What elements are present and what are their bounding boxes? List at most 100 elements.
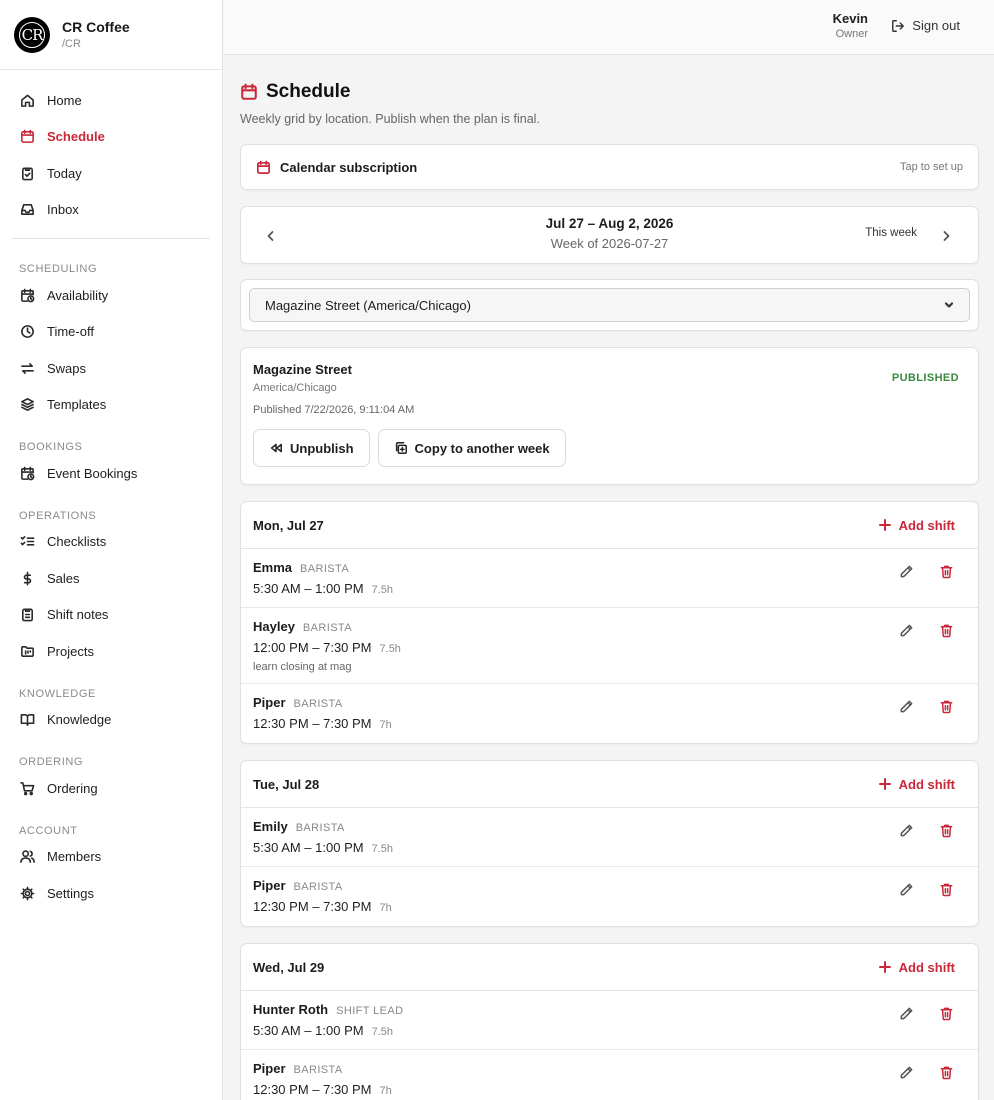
employee-name: Hunter Roth [253,1002,329,1017]
sign-out-label: Sign out [912,18,960,33]
brand-slug: /CR [62,38,81,50]
sidebar-item-inbox[interactable]: Inbox [0,192,222,229]
section-knowledge: KNOWLEDGE [19,687,96,700]
dollar-icon [19,570,35,586]
day-header: Tue, Jul 28 Add shift [241,761,978,808]
employee-name: Piper [253,1061,286,1076]
employee-name: Piper [253,695,286,710]
edit-shift-button[interactable] [897,1063,915,1081]
inbox-icon [19,202,35,218]
add-shift-button[interactable]: Add shift [878,960,955,975]
sidebar-item-projects[interactable]: Projects [0,633,222,670]
published-timestamp: Published 7/22/2026, 9:11:04 AM [253,404,415,416]
page-heading: Schedule [266,81,351,102]
sidebar-item-schedule[interactable]: Schedule [0,119,222,156]
sidebar-item-members[interactable]: Members [0,839,222,876]
sidebar-item-sales[interactable]: Sales [0,560,222,597]
day-card: Tue, Jul 28 Add shift Emily BARISTA 5:30 AM … [240,760,979,927]
employee-name: Emma [253,560,293,575]
sidebar-item-swaps[interactable]: Swaps [0,350,222,387]
edit-shift-button[interactable] [897,821,915,839]
location-select[interactable]: Magazine Street (America/Chicago) [249,288,970,322]
edit-shift-button[interactable] [897,697,915,715]
pencil-icon [899,564,914,579]
sidebar-item-label: Inbox [47,202,79,218]
section-account: ACCOUNT [19,824,78,837]
day-title: Tue, Jul 28 [253,776,320,792]
sidebar-item-label: Settings [47,885,94,901]
pencil-icon [899,699,914,714]
employee-role: BARISTA [293,1064,343,1076]
trash-icon [939,623,954,638]
sidebar-divider [12,238,210,239]
edit-shift-button[interactable] [897,562,915,580]
employee-name: Piper [253,878,286,893]
employee-role: SHIFT LEAD [336,1005,404,1017]
sidebar-item-templates[interactable]: Templates [0,387,222,424]
shift-time: 12:00 PM – 7:30 PM [253,640,372,655]
shift-time: 5:30 AM – 1:00 PM [253,581,364,596]
brand-header[interactable]: CR CR Coffee /CR [0,0,222,70]
shift-hours: 7.5h [371,1026,393,1038]
sidebar-item-shift-notes[interactable]: Shift notes [0,597,222,634]
pencil-icon [899,623,914,638]
top-bar: Kevin Owner Sign out [224,0,994,55]
delete-shift-button[interactable] [937,697,955,715]
clock-icon [19,324,35,340]
sidebar-item-event-bookings[interactable]: Event Bookings [0,455,222,492]
sidebar-item-home[interactable]: Home [0,82,222,119]
page-title: Schedule [240,81,979,103]
delete-shift-button[interactable] [937,1063,955,1081]
plus-icon [878,961,899,973]
sidebar-item-label: Sales [47,570,80,586]
sidebar-item-label: Schedule [47,129,105,145]
add-shift-button[interactable]: Add shift [878,518,955,533]
sidebar-item-today[interactable]: Today [0,155,222,192]
trash-icon [939,823,954,838]
sidebar-nav: Home Schedule Today Inbox SCHEDULING Ava… [0,70,222,912]
calendar-subscription-card[interactable]: Calendar subscription Tap to set up [240,144,979,190]
brand-name: CR Coffee [62,19,130,35]
trash-icon [939,1065,954,1080]
shift-time: 12:30 PM – 7:30 PM [253,899,372,914]
sidebar-item-ordering[interactable]: Ordering [0,770,222,807]
sidebar-item-timeoff[interactable]: Time-off [0,314,222,351]
sidebar-item-availability[interactable]: Availability [0,277,222,314]
sidebar-item-label: Templates [47,397,107,413]
publish-status-card: Magazine Street America/Chicago Publishe… [240,347,979,485]
sidebar-item-checklists[interactable]: Checklists [0,524,222,561]
delete-shift-button[interactable] [937,1004,955,1022]
unpublish-button[interactable]: Unpublish [253,429,370,467]
layers-icon [19,397,35,413]
clipboard-check-icon [19,165,35,181]
delete-shift-button[interactable] [937,821,955,839]
chevron-down-icon [944,302,954,308]
shift-time: 5:30 AM – 1:00 PM [253,1023,364,1038]
sidebar-item-label: Members [47,849,102,865]
edit-shift-button[interactable] [897,621,915,639]
this-week-button[interactable]: This week [865,227,917,239]
previous-week-button[interactable] [256,221,286,251]
edit-shift-button[interactable] [897,880,915,898]
calendar-icon [19,129,35,145]
sign-out-button[interactable]: Sign out [891,18,960,33]
user-name: Kevin [832,11,868,26]
edit-shift-button[interactable] [897,1004,915,1022]
rewind-icon [270,443,282,453]
delete-shift-button[interactable] [937,562,955,580]
location-card: Magazine Street (America/Chicago) [240,279,979,331]
copy-plus-icon [395,442,407,454]
pencil-icon [899,823,914,838]
sidebar: CR CR Coffee /CR Home Schedule Today Inb… [0,0,223,1100]
pencil-icon [899,882,914,897]
next-week-button[interactable] [931,221,961,251]
delete-shift-button[interactable] [937,880,955,898]
sidebar-item-knowledge[interactable]: Knowledge [0,702,222,739]
copy-week-button[interactable]: Copy to another week [377,429,566,467]
add-shift-button[interactable]: Add shift [878,777,955,792]
sidebar-item-settings[interactable]: Settings [0,875,222,912]
shift-hours: 7.5h [379,643,401,655]
delete-shift-button[interactable] [937,621,955,639]
sidebar-item-label: Swaps [47,360,87,376]
day-title: Wed, Jul 29 [253,959,325,975]
